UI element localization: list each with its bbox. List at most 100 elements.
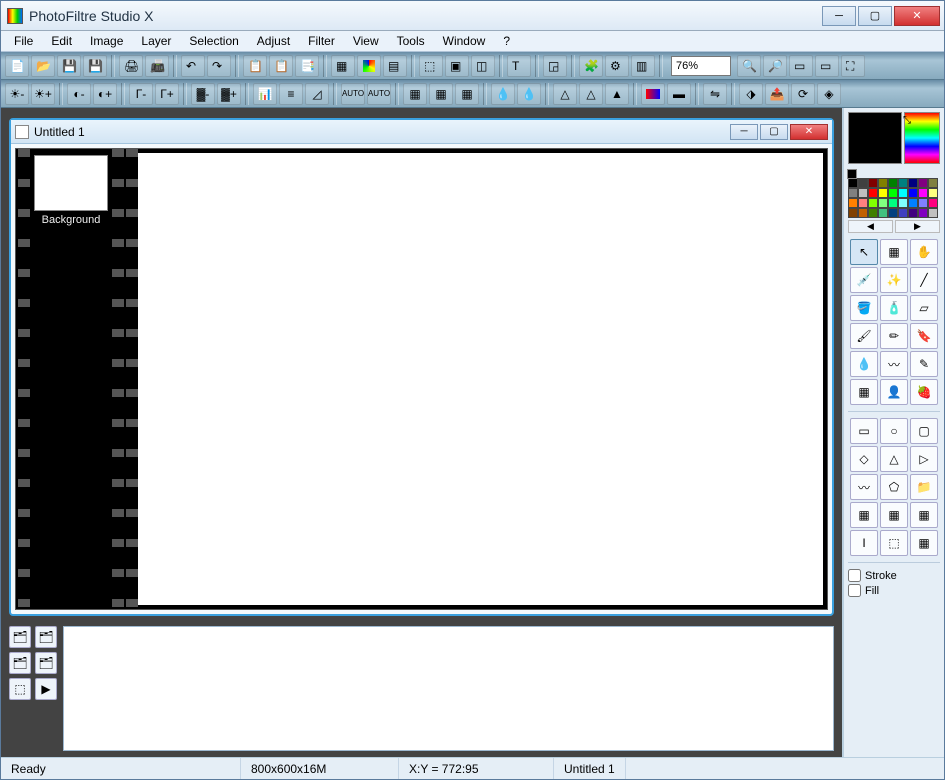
sharpen-edges-button[interactable]: ▲	[605, 83, 629, 105]
maximize-button[interactable]: ▢	[858, 6, 892, 26]
hand-tool[interactable]: ✋	[910, 239, 938, 265]
stamp-tool[interactable]: 🔖	[910, 323, 938, 349]
export-button[interactable]: 📤	[765, 83, 789, 105]
marquee-tool[interactable]: ▦	[880, 239, 908, 265]
zoom-actual-button[interactable]: ▭	[815, 55, 839, 77]
palette-swatch[interactable]	[888, 198, 898, 208]
swap-colors-icon[interactable]: ⤡	[903, 115, 911, 126]
flip-h-button[interactable]: ⇋	[703, 83, 727, 105]
palette-swatch[interactable]	[848, 188, 858, 198]
palette-swatch[interactable]	[868, 198, 878, 208]
palette-swatch[interactable]	[898, 208, 908, 218]
paste-button[interactable]: 📋	[269, 55, 293, 77]
levels-button[interactable]: ≡	[279, 83, 303, 105]
menu-file[interactable]: File	[5, 32, 42, 50]
palette-swatch[interactable]	[858, 208, 868, 218]
log-panel[interactable]	[63, 626, 834, 751]
palette-swatch[interactable]	[868, 208, 878, 218]
fill-checkbox[interactable]	[848, 584, 861, 597]
portrait-tool[interactable]: 👤	[880, 379, 908, 405]
palette-swatch[interactable]	[898, 198, 908, 208]
roundrect-shape[interactable]: ▢	[910, 418, 938, 444]
menu-layer[interactable]: Layer	[132, 32, 180, 50]
palette-swatch[interactable]	[918, 208, 928, 218]
doc-close-button[interactable]: ✕	[790, 124, 828, 140]
gamma-minus-button[interactable]: Γ-	[129, 83, 153, 105]
resize-button[interactable]: ⬚	[419, 55, 443, 77]
blur-tool[interactable]: 💧	[850, 351, 878, 377]
gradient-button[interactable]	[641, 83, 665, 105]
open-button[interactable]: 📂	[31, 55, 55, 77]
palette-swatch[interactable]	[868, 178, 878, 188]
save-button[interactable]: 💾	[57, 55, 81, 77]
lasso-shape[interactable]: 〰	[850, 474, 878, 500]
zoom-input[interactable]	[671, 56, 731, 76]
palette-swatch[interactable]	[878, 208, 888, 218]
palette-swatch[interactable]	[908, 188, 918, 198]
grid2-shape[interactable]: ▦	[880, 502, 908, 528]
palette-swatch[interactable]	[918, 198, 928, 208]
brightness-plus-button[interactable]: ☀+	[31, 83, 55, 105]
saveas-button[interactable]: 💾	[83, 55, 107, 77]
bucket-tool[interactable]: 🪣	[850, 295, 878, 321]
colors-button[interactable]	[357, 55, 381, 77]
eyedropper-tool[interactable]: 💉	[850, 267, 878, 293]
palette-swatch[interactable]	[858, 198, 868, 208]
blur-button[interactable]: 💧	[491, 83, 515, 105]
palette-swatch[interactable]	[898, 188, 908, 198]
grid2-button[interactable]: ▦	[429, 83, 453, 105]
undo-button[interactable]: ↶	[181, 55, 205, 77]
folder-shape[interactable]: 📁	[910, 474, 938, 500]
scan-button[interactable]: 📠	[145, 55, 169, 77]
options-shape[interactable]: ▦	[910, 530, 938, 556]
layer-thumbnail[interactable]	[34, 155, 108, 211]
menu-help[interactable]: ?	[494, 32, 519, 50]
palette-swatch[interactable]	[908, 198, 918, 208]
grid3-shape[interactable]: ▦	[910, 502, 938, 528]
palette-swatch[interactable]	[928, 208, 938, 218]
fill-checkbox-row[interactable]: Fill	[848, 584, 940, 597]
contrast-plus-button[interactable]: ◐+	[93, 83, 117, 105]
brush-tool[interactable]: 🖌	[850, 323, 878, 349]
zoom-fit-button[interactable]: ▭	[789, 55, 813, 77]
auto-contrast-button[interactable]: AUTO	[367, 83, 391, 105]
palette-swatch[interactable]	[878, 198, 888, 208]
doc-maximize-button[interactable]: ▢	[760, 124, 788, 140]
plugin-button[interactable]: 🧩	[579, 55, 603, 77]
palette-swatch[interactable]	[908, 208, 918, 218]
palette-swatch[interactable]	[848, 178, 858, 188]
redo-button[interactable]: ↷	[207, 55, 231, 77]
palette-swatch[interactable]	[888, 178, 898, 188]
foreground-color[interactable]: ⤡	[848, 112, 902, 164]
line-tool[interactable]: ╱	[910, 267, 938, 293]
wand-tool[interactable]: ✨	[880, 267, 908, 293]
palette-next-button[interactable]: ▶	[895, 220, 940, 233]
rgb-button[interactable]: ▦	[331, 55, 355, 77]
fit-button[interactable]: ◫	[471, 55, 495, 77]
distort-tool[interactable]: ▦	[850, 379, 878, 405]
palette-swatch[interactable]	[928, 188, 938, 198]
palette-swatch[interactable]	[878, 188, 888, 198]
gamma-plus-button[interactable]: Γ+	[155, 83, 179, 105]
doc-minimize-button[interactable]: ─	[730, 124, 758, 140]
contrast-minus-button[interactable]: ◐-	[67, 83, 91, 105]
redeye-tool[interactable]: 🍓	[910, 379, 938, 405]
tree-button-3[interactable]: 🗂	[9, 652, 31, 674]
auto-levels-button[interactable]: AUTO	[341, 83, 365, 105]
pencil-tool[interactable]: ✏	[880, 323, 908, 349]
copy-button[interactable]: 📋	[243, 55, 267, 77]
menu-filter[interactable]: Filter	[299, 32, 344, 50]
new-button[interactable]: 📄	[5, 55, 29, 77]
blur-more-button[interactable]: 💧	[517, 83, 541, 105]
palette-swatch[interactable]	[848, 198, 858, 208]
palette-swatch[interactable]	[918, 188, 928, 198]
palette-swatch[interactable]	[868, 188, 878, 198]
pointer-tool[interactable]: ↖	[850, 239, 878, 265]
diamond-shape[interactable]: ◇	[850, 446, 878, 472]
grid-button[interactable]: ▦	[403, 83, 427, 105]
palette-swatch[interactable]	[888, 208, 898, 218]
stroke-checkbox-row[interactable]: Stroke	[848, 569, 940, 582]
close-button[interactable]: ✕	[894, 6, 940, 26]
text-button[interactable]: T	[507, 55, 531, 77]
palette-swatch[interactable]	[858, 178, 868, 188]
